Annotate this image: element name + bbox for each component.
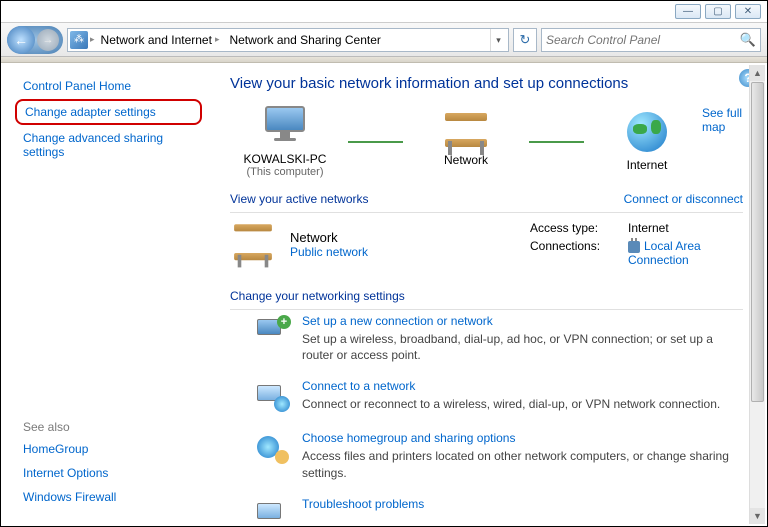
- windows-firewall-link[interactable]: Windows Firewall: [23, 490, 194, 504]
- chevron-right-icon: ▸: [215, 34, 220, 45]
- task-description: Access files and printers located on oth…: [302, 448, 743, 480]
- breadcrumb-level1[interactable]: Network and Internet▸: [97, 29, 224, 51]
- page-title: View your basic network information and …: [230, 75, 743, 92]
- change-settings-header: Change your networking settings: [230, 289, 405, 303]
- address-dropdown[interactable]: ▾: [490, 29, 506, 51]
- vertical-scrollbar[interactable]: ▲ ▼: [749, 65, 765, 524]
- task-description: Set up a wireless, broadband, dial-up, a…: [302, 331, 743, 363]
- titlebar: — ▢ ✕: [1, 1, 767, 23]
- map-node-internet[interactable]: Internet: [592, 112, 702, 172]
- highlight-annotation: Change adapter settings: [15, 99, 202, 125]
- active-network-row: Network Public network Access type: Inte…: [230, 213, 743, 275]
- forward-button[interactable]: →: [37, 29, 59, 51]
- change-advanced-sharing-link[interactable]: Change advanced sharing settings: [23, 131, 194, 159]
- search-input[interactable]: [546, 33, 740, 47]
- task-description: Connect or reconnect to a wireless, wire…: [302, 396, 720, 412]
- scroll-thumb[interactable]: [751, 82, 764, 402]
- nav-bar: ← → ⁂ ▸ Network and Internet▸ Network an…: [1, 23, 767, 57]
- map-node-network[interactable]: Network: [411, 117, 521, 167]
- map-node-computer[interactable]: KOWALSKI-PC (This computer): [230, 106, 340, 178]
- nav-back-forward: ← →: [7, 26, 63, 54]
- task-troubleshoot[interactable]: Troubleshoot problems: [254, 497, 743, 526]
- troubleshoot-icon: [257, 503, 287, 526]
- active-networks-header: View your active networks: [230, 192, 369, 206]
- breadcrumb-level2[interactable]: Network and Sharing Center: [225, 29, 384, 51]
- homegroup-link[interactable]: HomeGroup: [23, 442, 194, 456]
- task-link[interactable]: Connect to a network: [302, 379, 720, 393]
- sidebar: Control Panel Home Change adapter settin…: [1, 63, 206, 526]
- network-location-link[interactable]: Public network: [290, 245, 368, 259]
- network-icon: [442, 117, 490, 147]
- homegroup-icon: [257, 436, 287, 462]
- network-icon: [232, 228, 273, 260]
- location-icon: ⁂: [70, 31, 88, 49]
- internet-icon: [627, 112, 667, 152]
- map-node-network-label: Network: [444, 153, 488, 167]
- internet-options-link[interactable]: Internet Options: [23, 466, 194, 480]
- map-connector: [529, 141, 584, 143]
- search-box[interactable]: 🔍: [541, 28, 761, 52]
- back-button[interactable]: ←: [7, 26, 35, 54]
- map-node-computer-label: KOWALSKI-PC: [244, 152, 327, 166]
- refresh-button[interactable]: ↻: [513, 28, 537, 52]
- address-bar[interactable]: ⁂ ▸ Network and Internet▸ Network and Sh…: [67, 28, 509, 52]
- see-also-header: See also: [23, 420, 194, 434]
- task-link[interactable]: Troubleshoot problems: [302, 497, 424, 511]
- task-link[interactable]: Choose homegroup and sharing options: [302, 431, 743, 445]
- access-type-value: Internet: [628, 221, 743, 235]
- control-panel-home-link[interactable]: Control Panel Home: [23, 79, 194, 93]
- ethernet-icon: [628, 241, 640, 253]
- map-node-computer-sublabel: (This computer): [246, 166, 323, 178]
- chevron-right-icon: ▸: [90, 34, 95, 45]
- computer-icon: [261, 106, 309, 146]
- task-new-connection[interactable]: + Set up a new connection or network Set…: [254, 314, 743, 363]
- connections-label: Connections:: [530, 239, 620, 267]
- access-type-label: Access type:: [530, 221, 620, 235]
- scroll-up-arrow[interactable]: ▲: [750, 65, 765, 81]
- connect-network-icon: [257, 385, 287, 409]
- change-adapter-settings-link[interactable]: Change adapter settings: [25, 105, 156, 119]
- task-link[interactable]: Set up a new connection or network: [302, 314, 743, 328]
- task-homegroup[interactable]: Choose homegroup and sharing options Acc…: [254, 431, 743, 480]
- close-button[interactable]: ✕: [735, 4, 761, 19]
- connect-disconnect-link[interactable]: Connect or disconnect: [624, 192, 743, 206]
- map-node-internet-label: Internet: [627, 158, 668, 172]
- minimize-button[interactable]: —: [675, 4, 701, 19]
- new-connection-icon: +: [257, 319, 287, 345]
- task-connect-network[interactable]: Connect to a network Connect or reconnec…: [254, 379, 743, 415]
- see-full-map-link[interactable]: See full map: [702, 106, 743, 134]
- scroll-down-arrow[interactable]: ▼: [750, 508, 765, 524]
- main-content: ? View your basic network information an…: [206, 63, 767, 526]
- search-icon: 🔍: [740, 32, 756, 48]
- maximize-button[interactable]: ▢: [705, 4, 731, 19]
- map-connector: [348, 141, 403, 143]
- network-map: KOWALSKI-PC (This computer) Network Inte…: [230, 106, 702, 178]
- active-network-name: Network: [290, 230, 368, 245]
